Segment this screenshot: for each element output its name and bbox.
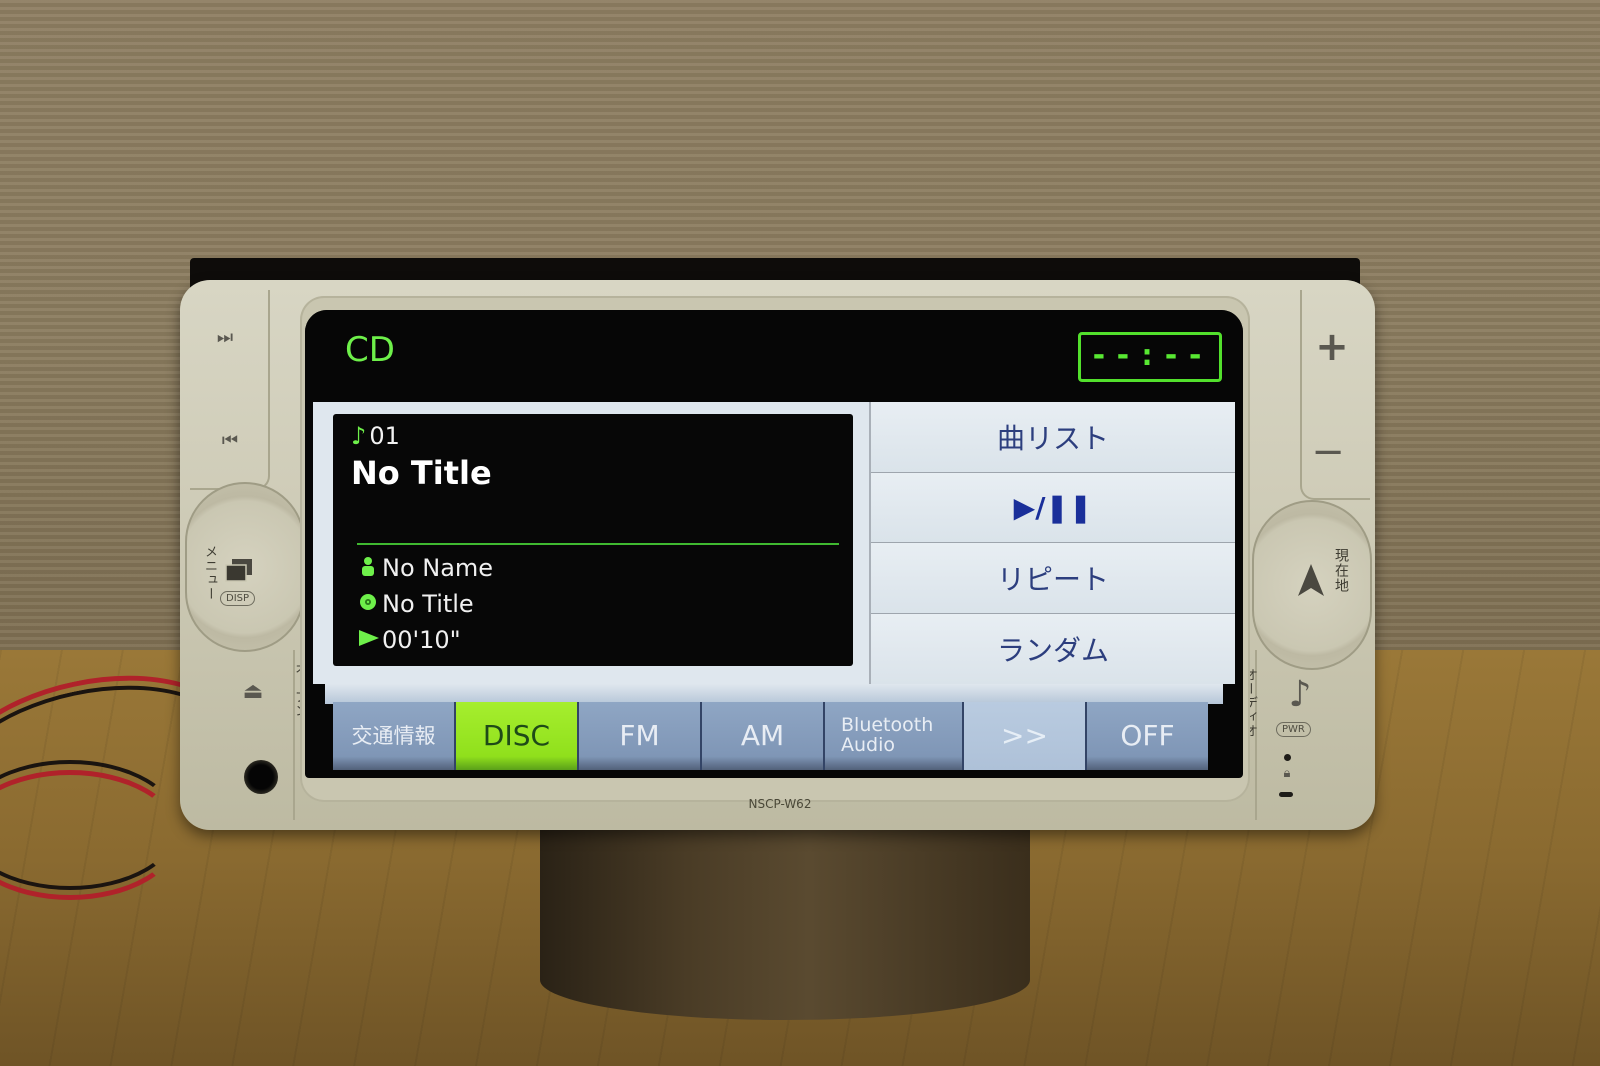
volume-down-button[interactable]: − <box>1306 429 1350 475</box>
source-tabbar: 交通情報 DISC FM AM Bluetooth Audio >> OFF <box>333 702 1208 770</box>
eject-panel <box>205 650 295 820</box>
eject-icon: ⏏ <box>242 678 264 704</box>
volume-up-button[interactable]: + <box>1310 324 1354 370</box>
artist-row: No Name <box>359 554 493 582</box>
album-row: No Title <box>359 590 474 618</box>
music-note-icon: ♪ <box>1288 673 1312 715</box>
indicator-led <box>1284 754 1291 761</box>
track-number-row: ♪ 01 <box>351 422 400 450</box>
current-location-label: 現在地 <box>1333 548 1349 593</box>
person-icon <box>359 556 377 581</box>
screen-header: CD --:-- <box>305 310 1243 402</box>
source-label: CD <box>345 330 395 370</box>
divider <box>357 543 839 545</box>
elapsed-row: 00'10" <box>359 626 461 654</box>
plus-icon: + <box>1315 324 1349 370</box>
tab-bluetooth-line1: Bluetooth <box>841 714 934 737</box>
disc-icon <box>359 592 377 616</box>
pwr-pill: PWR <box>1276 722 1311 737</box>
display-stand <box>540 830 1030 1020</box>
touchscreen: CD --:-- ♪01 No Title No Name No Title <box>305 310 1243 778</box>
prev-track-button[interactable]: ⏮ <box>210 425 250 455</box>
track-buttons-panel <box>190 290 270 490</box>
eject-button[interactable]: ⏏ <box>236 677 270 705</box>
random-button[interactable]: ランダム <box>871 613 1235 684</box>
tab-fm[interactable]: FM <box>579 702 702 770</box>
tabbar-shelf <box>325 684 1223 704</box>
menu-icon <box>222 555 256 585</box>
tab-disc[interactable]: DISC <box>456 702 579 770</box>
artist-name: No Name <box>382 554 494 582</box>
repeat-button[interactable]: リピート <box>871 543 1235 614</box>
track-number: 01 <box>369 422 400 450</box>
lock-icon: 🔒︎ <box>1283 765 1291 781</box>
tab-traffic-info[interactable]: 交通情報 <box>333 702 456 770</box>
tab-off[interactable]: OFF <box>1087 702 1208 770</box>
sd-slot <box>1279 792 1293 797</box>
menu-label: メニュー <box>202 545 217 601</box>
tab-bluetooth-line2: Audio <box>841 734 896 756</box>
tab-more[interactable]: >> <box>964 702 1087 770</box>
song-list-button[interactable]: 曲リスト <box>871 402 1235 473</box>
aux-jack[interactable] <box>244 760 278 794</box>
tab-am[interactable]: AM <box>702 702 825 770</box>
skip-forward-icon: ⏭ <box>216 326 234 348</box>
skip-back-icon: ⏮ <box>221 429 239 451</box>
track-title: No Title <box>351 454 492 492</box>
audio-power-button[interactable]: ♪ <box>1280 672 1320 716</box>
now-playing-panel: ♪ 01 No Title No Name No Title 00'10" <box>333 414 853 666</box>
minus-icon: − <box>1311 429 1345 475</box>
play-pause-button[interactable]: ▶/❚❚ <box>871 472 1235 543</box>
control-list: 曲リスト ▶/❚❚ リピート ランダム <box>869 402 1235 684</box>
disp-pill: DISP <box>220 591 256 606</box>
album-name: No Title <box>382 590 474 618</box>
model-label: NSCP-W62 <box>748 797 812 811</box>
clock-display: --:-- <box>1078 332 1222 382</box>
screen-content: ♪ 01 No Title No Name No Title 00'10" 曲リ… <box>313 402 1235 684</box>
play-icon <box>359 628 379 652</box>
navigation-arrow-icon <box>1293 560 1329 600</box>
elapsed-time: 00'10" <box>382 626 461 654</box>
music-note-icon: ♪ <box>351 422 367 450</box>
next-track-button[interactable]: ⏭ <box>205 322 245 352</box>
tab-bluetooth-audio[interactable]: Bluetooth Audio <box>825 702 964 770</box>
